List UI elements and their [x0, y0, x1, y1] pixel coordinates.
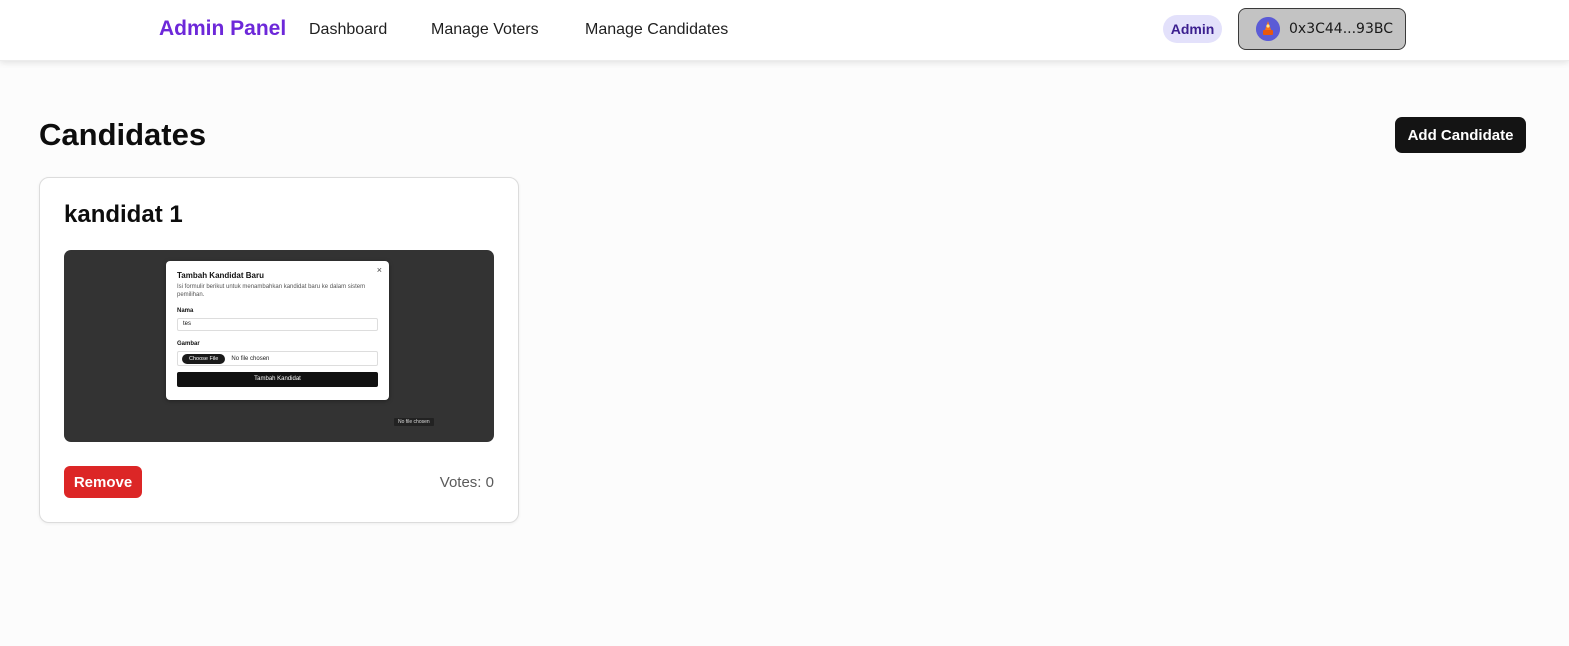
nav-dashboard[interactable]: Dashboard: [309, 21, 387, 39]
wallet-address: 0x3C44...93BC: [1289, 21, 1393, 37]
image-submit-button: Tambah Kandidat: [177, 372, 378, 387]
remove-candidate-button[interactable]: Remove: [64, 466, 142, 498]
image-name-input: tes: [177, 318, 378, 331]
candidate-card: kandidat 1 × Tambah Kandidat Baru Isi fo…: [39, 177, 519, 523]
image-choose-file: Choose File: [182, 353, 226, 364]
brand-title[interactable]: Admin Panel: [159, 17, 286, 41]
image-file-field: Choose File No file chosen: [177, 351, 378, 366]
image-close-icon: ×: [376, 265, 382, 275]
top-navbar: Admin Panel Dashboard Manage Voters Mana…: [0, 0, 1569, 61]
wallet-avatar-icon: [1256, 17, 1280, 41]
votes-count: Votes: 0: [439, 474, 494, 491]
page-title: Candidates: [39, 117, 207, 152]
image-name-label: Nama: [177, 308, 194, 314]
image-no-file-text: No file chosen: [231, 355, 270, 362]
candidate-name: kandidat 1: [64, 201, 183, 228]
image-picture-label: Gambar: [177, 341, 200, 347]
image-modal-screenshot: × Tambah Kandidat Baru Isi formulir beri…: [166, 261, 389, 400]
nav-manage-candidates[interactable]: Manage Candidates: [585, 21, 728, 39]
role-badge: Admin: [1163, 15, 1222, 43]
nav-manage-voters[interactable]: Manage Voters: [431, 21, 539, 39]
add-candidate-button[interactable]: Add Candidate: [1395, 117, 1526, 153]
image-modal-title: Tambah Kandidat Baru: [177, 271, 264, 280]
candidate-image: × Tambah Kandidat Baru Isi formulir beri…: [64, 250, 494, 442]
image-tooltip: No file chosen: [394, 418, 434, 426]
wallet-account-button[interactable]: 0x3C44...93BC: [1238, 8, 1406, 50]
image-modal-description: Isi formulir berikut untuk menambahkan k…: [177, 284, 366, 298]
